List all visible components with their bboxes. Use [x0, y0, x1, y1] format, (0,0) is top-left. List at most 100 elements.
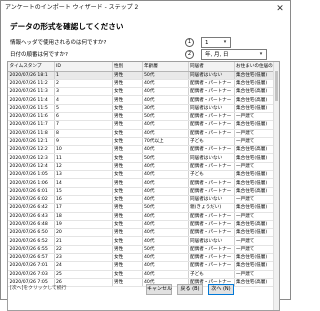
table-cell: 集合住宅(高層) [234, 145, 276, 155]
table-row[interactable]: 2020/07/26 6:42 17 男性 50代 親(きょうだい) 集合住宅(低層) [8, 203, 276, 213]
table-cell: 配偶者・パートナー [188, 261, 235, 271]
table-cell: 集合住宅(高層) [234, 278, 276, 288]
table-row[interactable]: 2020/07/26 7:01 24 男性 40代 配偶者・パートナー 集合住宅(低層) [8, 261, 276, 271]
header-row-select[interactable]: 1 ▾ [201, 37, 231, 48]
table-cell: 40代 [142, 170, 189, 180]
table-row[interactable]: 2020/07/26 12:3 11 女性 50代 同居者はいない 集合住宅(低層) [8, 153, 276, 163]
table-cell: 40代 [142, 236, 189, 246]
table-row[interactable]: 2020/07/26 18:1 1 男性 50代 同居者はいない 集合住宅(低層) [8, 71, 276, 80]
table-row[interactable]: 2020/07/26 1:05 13 女性 40代 子ども 集合住宅(低層) [8, 170, 276, 180]
table-cell: 2020/07/26 6:48 [8, 220, 55, 230]
question-date-label: 日付の順番は何ですか? [10, 52, 68, 58]
table-cell: 配偶者・パートナー [188, 162, 235, 172]
table-row[interactable]: 2020/07/26 11:6 6 男性 50代 配偶者・パートナー 一戸建て [8, 112, 276, 122]
table-cell: 女性 [112, 270, 143, 279]
table-cell: 3 [54, 87, 113, 97]
table-cell: 18 [54, 212, 113, 221]
table-row[interactable]: 2020/07/26 12:2 10 男性 40代 配偶者・パートナー 集合住宅(高層) [8, 145, 276, 155]
table-row[interactable]: 2020/07/26 11:8 8 女性 40代 配偶者・パートナー 一戸建て [8, 129, 276, 138]
column-header-age[interactable]: 年齢層 [142, 62, 189, 72]
table-cell: 2020/07/26 1:05 [8, 170, 55, 180]
table-cell: 男性 [112, 162, 143, 172]
table-cell: 8 [54, 129, 113, 138]
table-cell: 2020/07/26 11:8 [8, 129, 55, 138]
table-cell: 男性 [112, 278, 143, 288]
table-cell: 14 [54, 178, 113, 188]
back-button[interactable]: 戻る (B) [177, 284, 203, 295]
column-header-id[interactable]: ID [54, 62, 113, 72]
table-row[interactable]: 2020/07/26 6:55 22 男性 50代 配偶者・パートナー 一戸建て [8, 245, 276, 255]
table-cell: 同居者はいない [188, 153, 235, 163]
table-cell: 2020/07/26 11:4 [8, 95, 55, 105]
table-cell: 2020/07/26 1:06 [8, 178, 55, 188]
table-cell: 集合住宅(低層) [234, 261, 276, 271]
table-cell: 40代 [142, 195, 189, 205]
table-cell: 集合住宅(低層) [234, 71, 276, 80]
table-cell: 女性 [112, 195, 143, 205]
chevron-down-icon: ▾ [259, 51, 263, 57]
table-cell: 2020/07/26 6:55 [8, 245, 55, 255]
table-cell: 2020/07/26 6:52 [8, 236, 55, 246]
table-cell: 配偶者・パートナー [188, 220, 235, 230]
close-icon[interactable]: ✕ [273, 2, 287, 16]
question-date-row: 日付の順番は何ですか? 2 年, 月, 日 ▾ [10, 49, 280, 61]
table-cell: 50代 [142, 245, 189, 255]
table-row[interactable]: 2020/07/26 11:5 5 女性 30代 同居者はいない 集合住宅(低層) [8, 104, 276, 114]
table-cell: 同居者はいない [188, 236, 235, 246]
table-cell: 集合住宅(低層) [234, 104, 276, 114]
next-button[interactable]: 次へ (N) [208, 284, 234, 295]
column-header-housing[interactable]: お住まいの住居の種類 [234, 62, 276, 72]
column-header-timestamp[interactable]: タイムスタンプ [8, 62, 55, 72]
vertical-scrollbar[interactable] [273, 62, 279, 310]
table-cell: 配偶者・パートナー [188, 253, 235, 263]
table-cell: 集合住宅(低層) [234, 228, 276, 238]
table-cell: 配偶者・パートナー [188, 245, 235, 255]
table-cell: 集合住宅(高層) [234, 187, 276, 196]
table-row[interactable]: 2020/07/26 6:48 19 女性 40代 配偶者・パートナー 集合住宅(高層) [8, 220, 276, 230]
table-cell: 24 [54, 261, 113, 271]
table-cell: 一戸建て [234, 129, 276, 138]
table-row[interactable]: 2020/07/26 6:52 21 女性 40代 同居者はいない 一戸建て [8, 236, 276, 246]
table-row[interactable]: 2020/07/26 11:7 7 男性 40代 配偶者・パートナー 集合住宅(低層) [8, 120, 276, 130]
table-cell: 男性 [112, 261, 143, 271]
table-row[interactable]: 2020/07/26 6:43 18 男性 40代 配偶者・パートナー 一戸建て [8, 212, 276, 221]
table-cell: 集合住宅(低層) [234, 79, 276, 89]
table-row[interactable]: 2020/07/26 11:2 2 男性 40代 配偶者・パートナー 集合住宅(低層) [8, 79, 276, 89]
date-order-select[interactable]: 年, 月, 日 ▾ [201, 49, 267, 60]
scrollbar-thumb[interactable] [275, 71, 278, 101]
table-cell: 25 [54, 270, 113, 279]
table-cell: 2020/07/26 12:3 [8, 153, 55, 163]
table-row[interactable]: 2020/07/26 12:4 12 男性 40代 配偶者・パートナー 一戸建て [8, 162, 276, 172]
table-row[interactable]: 2020/07/26 7:03 25 女性 40代 子ども 一戸建て [8, 270, 276, 279]
table-cell: 2020/07/26 18:1 [8, 71, 55, 80]
table-row[interactable]: 2020/07/26 6:02 16 女性 40代 同居者はいない 一戸建て [8, 195, 276, 205]
table-cell: 男性 [112, 120, 143, 130]
data-preview-grid[interactable]: タイムスタンプ ID 性別 年齢層 同居者 お住まいの住居の種類 2020/07… [7, 61, 280, 311]
table-row[interactable]: 2020/07/26 11:4 4 男性 40代 配偶者・パートナー 集合住宅(高層) [8, 95, 276, 105]
table-row[interactable]: 2020/07/26 6:01 15 女性 40代 配偶者・パートナー 集合住宅(高層) [8, 187, 276, 196]
table-cell: 集合住宅(低層) [234, 120, 276, 130]
table-cell: 一戸建て [234, 270, 276, 279]
column-header-cohabitant[interactable]: 同居者 [188, 62, 235, 72]
continue-hint: [次へ]をクリックして続行 [10, 286, 67, 291]
table-cell: 配偶者・パートナー [188, 145, 235, 155]
table-row[interactable]: 2020/07/26 1:06 14 男性 40代 配偶者・パートナー 集合住宅(低層) [8, 178, 276, 188]
table-cell: 女性 [112, 104, 143, 114]
column-header-gender[interactable]: 性別 [112, 62, 143, 72]
table-cell: 2020/07/26 11:2 [8, 79, 55, 89]
table-row[interactable]: 2020/07/26 6:57 23 女性 40代 配偶者・パートナー 集合住宅(低層) [8, 253, 276, 263]
header-row-select-value: 1 [205, 40, 209, 46]
table-cell: 男性 [112, 228, 143, 238]
table-body: 2020/07/26 18:1 1 男性 50代 同居者はいない 集合住宅(低層) 2020… [8, 71, 276, 288]
table-cell: 一戸建て [234, 162, 276, 172]
table-cell: 2020/07/26 6:57 [8, 253, 55, 263]
table-row[interactable]: 2020/07/26 12:1 9 女性 70代以上 子ども 一戸建て [8, 137, 276, 147]
table-row[interactable]: 2020/07/26 6:50 20 男性 40代 配偶者・パートナー 集合住宅(低層) [8, 228, 276, 238]
table-cell: 子ども [188, 137, 235, 147]
table-cell: 集合住宅(低層) [234, 178, 276, 188]
cancel-button[interactable]: キャンセル [146, 284, 172, 295]
table-cell: 16 [54, 195, 113, 205]
page-heading: データの形式を確認してください [10, 22, 124, 31]
table-header-row: タイムスタンプ ID 性別 年齢層 同居者 お住まいの住居の種類 [8, 62, 276, 72]
table-row[interactable]: 2020/07/26 11:3 3 女性 40代 配偶者・パートナー 集合住宅(高層) [8, 87, 276, 97]
